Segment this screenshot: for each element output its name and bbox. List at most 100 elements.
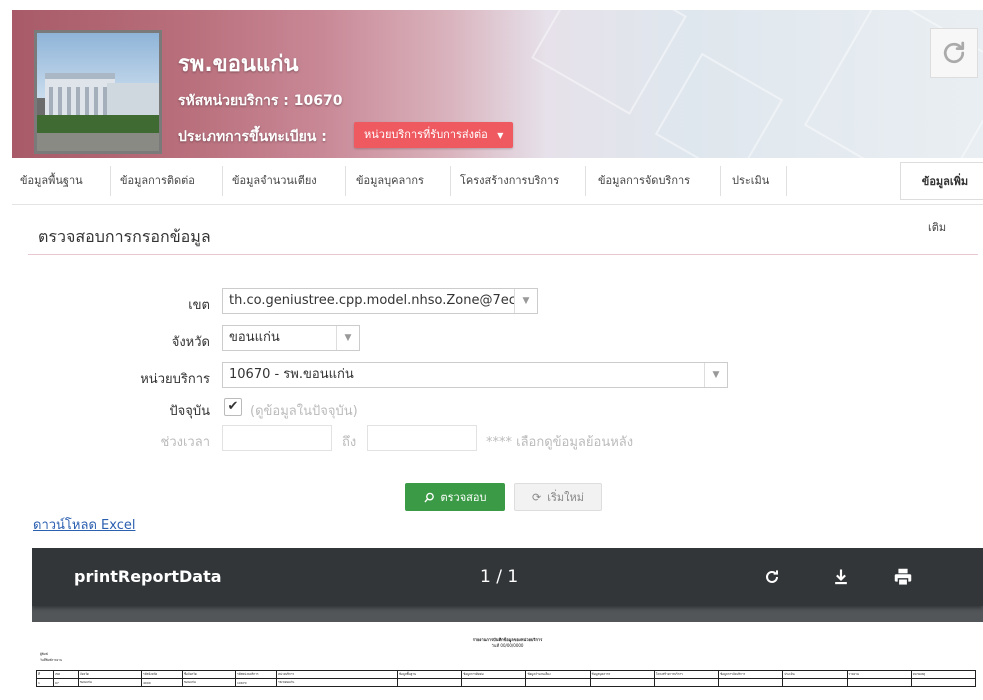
refresh-button[interactable]: [930, 28, 978, 78]
report-meta-date: วันที่พิมพ์รายงาน: [40, 658, 62, 662]
tab-service-provision[interactable]: ข้อมูลการจัดบริการ: [598, 158, 690, 204]
table-cell: [782, 678, 848, 687]
table-cell: [653, 678, 720, 687]
table-cell: รพ.ขอนแก่น: [276, 678, 398, 687]
table-header-cell: รหัสจังหวัด: [141, 670, 183, 679]
current-note: (ดูข้อมูลในปัจจุบัน): [250, 404, 358, 419]
table-header-cell: ข้อมูลการติดต่อ: [461, 670, 527, 679]
table-header-cell: เขต: [53, 670, 79, 679]
caret-down-icon: ▼: [514, 289, 537, 313]
hospital-name: รพ.ขอนแก่น: [178, 52, 299, 77]
table-header-cell: ข้อมูลจำนวนเตียง: [525, 670, 591, 679]
caret-down-icon: ▼: [497, 131, 504, 140]
rotate-icon: [766, 570, 778, 583]
registration-type-value: หน่วยบริการที่รับการส่งต่อ: [364, 128, 488, 141]
unit-value: 10670 - รพ.ขอนแก่น: [229, 367, 354, 382]
table-cell: 07: [53, 678, 79, 687]
table-cell: 1: [36, 678, 54, 687]
table-header-cell: โครงสร้างการบริการ: [653, 670, 720, 679]
table-header-cell: ข้อมูลพื้นฐาน: [396, 670, 463, 679]
period-note: **** เลือกดูข้อมูลย้อนหลัง: [486, 435, 634, 450]
report-meta-printer: ผู้พิมพ์: [40, 652, 48, 656]
tab-staff-info[interactable]: ข้อมูลบุคลากร: [356, 158, 424, 204]
table-header-cell: หน่วยบริการ: [276, 670, 398, 679]
refresh-icon: [943, 41, 965, 64]
table-cell: [589, 678, 655, 687]
download-icon: [835, 569, 847, 585]
table-header-cell: รหัสหน่วยบริการ: [235, 670, 277, 679]
table-cell: [718, 678, 784, 687]
table-header-cell: หมายเหตุ: [910, 670, 977, 679]
zone-select[interactable]: th.co.geniustree.cpp.model.nhso.Zone@7ec…: [222, 288, 538, 314]
tab-contact-info[interactable]: ข้อมูลการติดต่อ: [120, 158, 195, 204]
table-cell: [525, 678, 591, 687]
province-select[interactable]: ขอนแก่น ▼: [222, 325, 360, 351]
table-row: 1 07 ขอนแก่น 4000 ขอนแก่น 10670 รพ.ขอนแก…: [36, 678, 977, 687]
caret-down-icon: ▼: [704, 363, 727, 387]
tab-service-structure[interactable]: โครงสร้างการบริการ: [460, 158, 559, 204]
tab-more-info-continued: เติม: [928, 221, 947, 234]
tab-more-info[interactable]: ข้อมูลเพิ่ม: [900, 162, 983, 200]
unit-label: หน่วยบริการ: [140, 372, 210, 387]
current-label: ปัจจุบัน: [169, 404, 210, 419]
period-end-input[interactable]: [367, 425, 477, 451]
page-title: ตรวจสอบการกรอกข้อมูล: [38, 227, 211, 246]
period-to-label: ถึง: [342, 435, 357, 450]
print-icon: [894, 568, 912, 586]
table-header-cell: รายงาน: [846, 670, 912, 679]
caret-down-icon: ▼: [336, 326, 359, 350]
period-start-input[interactable]: [222, 425, 332, 451]
table-header-cell: ประเมิน: [782, 670, 848, 679]
table-cell: [396, 678, 463, 687]
hospital-header-banner: รพ.ขอนแก่น รหัสหน่วยบริการ : 10670 ประเภ…: [12, 10, 983, 158]
unit-code: รหัสหน่วยบริการ : 10670: [178, 93, 343, 109]
tab-evaluation[interactable]: ประเมิน: [732, 158, 769, 204]
check-button-label: ตรวจสอบ: [440, 491, 487, 504]
table-cell: 10670: [235, 678, 277, 687]
banner-decoration: [531, 10, 687, 115]
search-icon: [423, 492, 434, 503]
pdf-toolbar: printReportData 1 / 1: [32, 548, 983, 606]
tab-bed-info[interactable]: ข้อมูลจำนวนเตียง: [232, 158, 317, 204]
registration-type-label: ประเภทการขึ้นทะเบียน :: [178, 129, 327, 145]
pdf-title: printReportData: [74, 567, 222, 586]
zone-label: เขต: [188, 298, 210, 313]
pdf-page: รายงานการบันทึกข้อมูลของหน่วยบริการ วันท…: [32, 622, 983, 700]
tab-basic-info[interactable]: ข้อมูลพื้นฐาน: [20, 158, 83, 204]
reset-button[interactable]: ⟳ เริ่มใหม่: [514, 483, 602, 511]
table-header-cell: ชื่อจังหวัด: [182, 670, 236, 679]
reset-button-label: เริ่มใหม่: [547, 491, 584, 504]
province-label: จังหวัด: [171, 335, 210, 350]
check-button[interactable]: ตรวจสอบ: [405, 483, 505, 511]
pdf-page-indicator: 1 / 1: [480, 567, 519, 587]
rotate-button[interactable]: [759, 564, 785, 590]
table-cell: ขอนแก่น: [78, 678, 142, 687]
pdf-viewer: printReportData 1 / 1 รายงานการบันทึกข้อ…: [32, 548, 983, 700]
table-header-cell: จังหวัด: [78, 670, 142, 679]
report-subtitle: วันที่ 00/00/0000: [491, 643, 524, 648]
divider: [28, 254, 978, 255]
unit-select[interactable]: 10670 - รพ.ขอนแก่น ▼: [222, 362, 728, 388]
zone-value: th.co.geniustree.cpp.model.nhso.Zone@7ec: [229, 293, 516, 308]
table-header-cell: ข้อมูลการจัดบริการ: [718, 670, 784, 679]
table-header-row: ที่ เขต จังหวัด รหัสจังหวัด ชื่อจังหวัด …: [36, 670, 977, 679]
download-button[interactable]: [828, 564, 854, 590]
province-value: ขอนแก่น: [229, 330, 280, 345]
nav-tabs: ข้อมูลพื้นฐาน ข้อมูลการติดต่อ ข้อมูลจำนว…: [12, 158, 983, 205]
registration-type-dropdown[interactable]: หน่วยบริการที่รับการส่งต่อ ▼: [354, 122, 514, 148]
table-cell: [461, 678, 527, 687]
table-header-cell: ข้อมูลบุคลากร: [589, 670, 655, 679]
print-button[interactable]: [890, 564, 916, 590]
reset-icon: ⟳: [531, 490, 542, 504]
report-table: ที่ เขต จังหวัด รหัสจังหวัด ชื่อจังหวัด …: [36, 670, 977, 687]
table-cell: [910, 678, 977, 687]
table-cell: [846, 678, 912, 687]
table-cell: 4000: [141, 678, 183, 687]
current-checkbox[interactable]: ✔: [224, 398, 242, 416]
download-excel-link[interactable]: ดาวน์โหลด Excel: [33, 514, 135, 535]
period-label: ช่วงเวลา: [160, 435, 210, 450]
hospital-photo: [34, 30, 162, 154]
table-header-cell: ที่: [36, 670, 54, 679]
table-cell: ขอนแก่น: [182, 678, 236, 687]
banner-decoration: [654, 52, 784, 158]
